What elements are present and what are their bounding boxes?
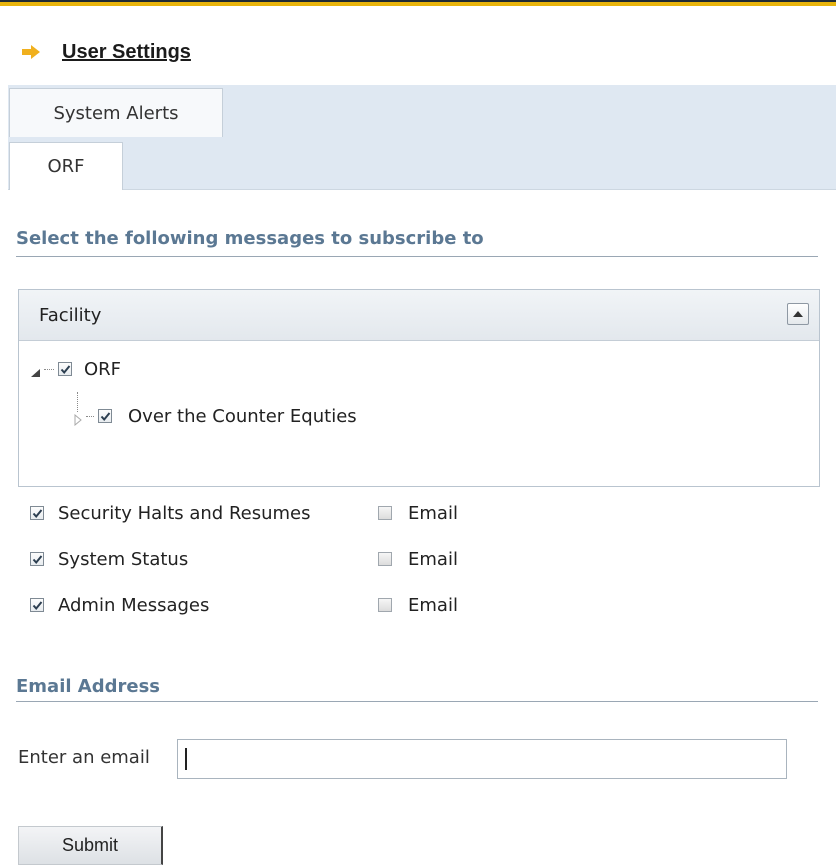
tree-node-label: Over the Counter Equties bbox=[128, 405, 357, 427]
tab-system-alerts[interactable]: System Alerts bbox=[9, 88, 223, 137]
message-option-label: Security Halts and Resumes bbox=[58, 502, 311, 524]
admin-messages-email-checkbox[interactable] bbox=[378, 598, 392, 612]
security-halts-email-checkbox[interactable] bbox=[378, 506, 392, 520]
tree-node-orf: ORF bbox=[30, 357, 121, 381]
checkmark-icon bbox=[100, 411, 110, 421]
checkmark-icon bbox=[32, 600, 42, 610]
subscribe-section-title: Select the following messages to subscri… bbox=[16, 228, 484, 249]
section-divider bbox=[16, 256, 818, 257]
system-status-email-checkbox[interactable] bbox=[378, 552, 392, 566]
message-option-label: System Status bbox=[58, 548, 189, 570]
facility-panel-header: Facility bbox=[19, 290, 819, 341]
orf-checkbox[interactable] bbox=[58, 362, 72, 376]
arrow-right-icon bbox=[22, 45, 40, 59]
message-option-admin-messages: Admin Messages bbox=[30, 593, 209, 617]
page-header: User Settings bbox=[22, 38, 191, 66]
tree-node-label: ORF bbox=[84, 358, 122, 380]
collapse-up-icon bbox=[793, 311, 803, 317]
message-option-system-status: System Status bbox=[30, 547, 188, 571]
collapsed-triangle-icon[interactable] bbox=[72, 410, 84, 427]
email-input[interactable] bbox=[177, 739, 787, 779]
collapse-button[interactable] bbox=[787, 303, 809, 325]
submit-button[interactable]: Submit bbox=[18, 826, 163, 865]
facility-header-label: Facility bbox=[39, 304, 102, 326]
text-caret bbox=[185, 748, 187, 770]
tab-orf[interactable]: ORF bbox=[9, 142, 123, 190]
facility-panel: Facility bbox=[18, 289, 820, 487]
email-option-label: Email bbox=[408, 548, 458, 570]
message-option-label: Admin Messages bbox=[58, 594, 210, 616]
expanded-triangle-icon[interactable] bbox=[30, 363, 42, 377]
admin-messages-checkbox[interactable] bbox=[30, 598, 44, 612]
section-divider bbox=[16, 701, 818, 702]
page-title[interactable]: User Settings bbox=[62, 41, 191, 64]
system-status-checkbox[interactable] bbox=[30, 552, 44, 566]
email-field-label: Enter an email bbox=[18, 747, 150, 768]
email-option-system-status: Email bbox=[378, 547, 458, 571]
checkmark-icon bbox=[32, 508, 42, 518]
email-option-security-halts: Email bbox=[378, 501, 458, 525]
checkmark-icon bbox=[32, 554, 42, 564]
email-section-title: Email Address bbox=[16, 676, 161, 697]
security-halts-checkbox[interactable] bbox=[30, 506, 44, 520]
email-option-admin-messages: Email bbox=[378, 593, 458, 617]
message-option-security-halts: Security Halts and Resumes bbox=[30, 501, 311, 525]
checkmark-icon bbox=[60, 364, 70, 374]
email-option-label: Email bbox=[408, 594, 458, 616]
otc-checkbox[interactable] bbox=[98, 409, 112, 423]
email-option-label: Email bbox=[408, 502, 458, 524]
tree-connector bbox=[86, 415, 94, 417]
tree-node-over-the-counter: Over the Counter Equties bbox=[72, 404, 357, 428]
tree-connector bbox=[44, 368, 54, 370]
top-accent-bar bbox=[0, 0, 836, 6]
